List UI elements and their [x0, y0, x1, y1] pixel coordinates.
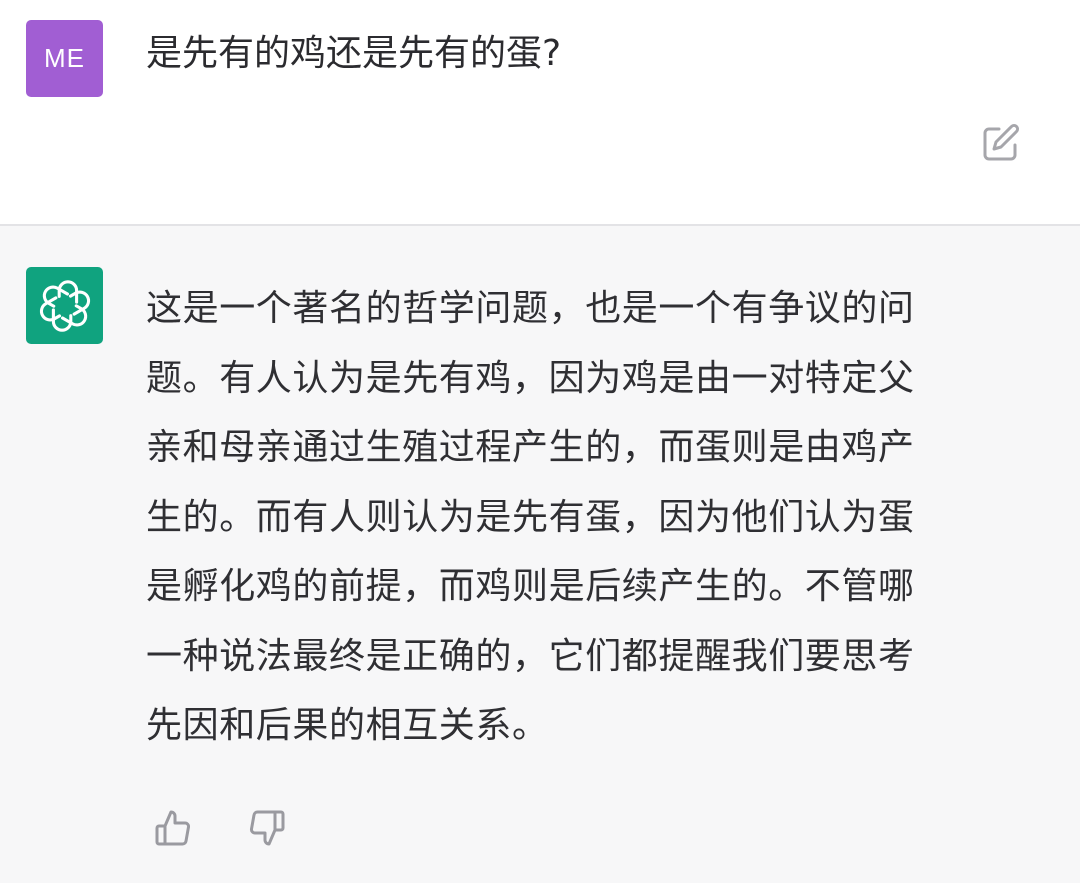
assistant-text-line: 先因和后果的相互关系。 [146, 705, 549, 746]
assistant-text-line: 一种说法最终是正确的，它们都提醒我们要思考 [146, 635, 915, 677]
assistant-text-line: 生的。而有人则认为是先有蛋，因为他们认为蛋 [146, 496, 915, 538]
assistant-avatar [26, 267, 103, 344]
assistant-message-text: 这是一个著名的哲学问题，也是一个有争议的问 题。有人认为是先有鸡，因为鸡是由一对… [146, 274, 1026, 761]
edit-icon [983, 123, 1020, 161]
user-message-text: 是先有的鸡还是先有的蛋? [146, 33, 562, 74]
user-avatar: ME [26, 20, 103, 97]
assistant-text-line: 这是一个著名的哲学问题，也是一个有争议的问 [146, 288, 915, 329]
assistant-text-line: 题。有人认为是先有鸡，因为鸡是由一对特定父 [146, 357, 915, 399]
assistant-text-line: 亲和母亲通过生殖过程产生的，而蛋则是由鸡产 [146, 427, 915, 468]
edit-message-button[interactable] [980, 122, 1022, 164]
user-avatar-initials: ME [44, 43, 85, 73]
thumbs-up-button[interactable] [152, 806, 196, 850]
thumbs-up-icon [155, 810, 190, 846]
thumbs-down-icon [250, 810, 285, 846]
user-message: ME 是先有的鸡还是先有的蛋? [0, 0, 1080, 226]
assistant-text-line: 是孵化鸡的前提，而鸡则是后续产生的。不管哪 [146, 566, 915, 607]
assistant-message: 这是一个著名的哲学问题，也是一个有争议的问 题。有人认为是先有鸡，因为鸡是由一对… [0, 226, 1080, 883]
thumbs-down-button[interactable] [244, 806, 288, 850]
openai-logo-icon [36, 279, 93, 332]
